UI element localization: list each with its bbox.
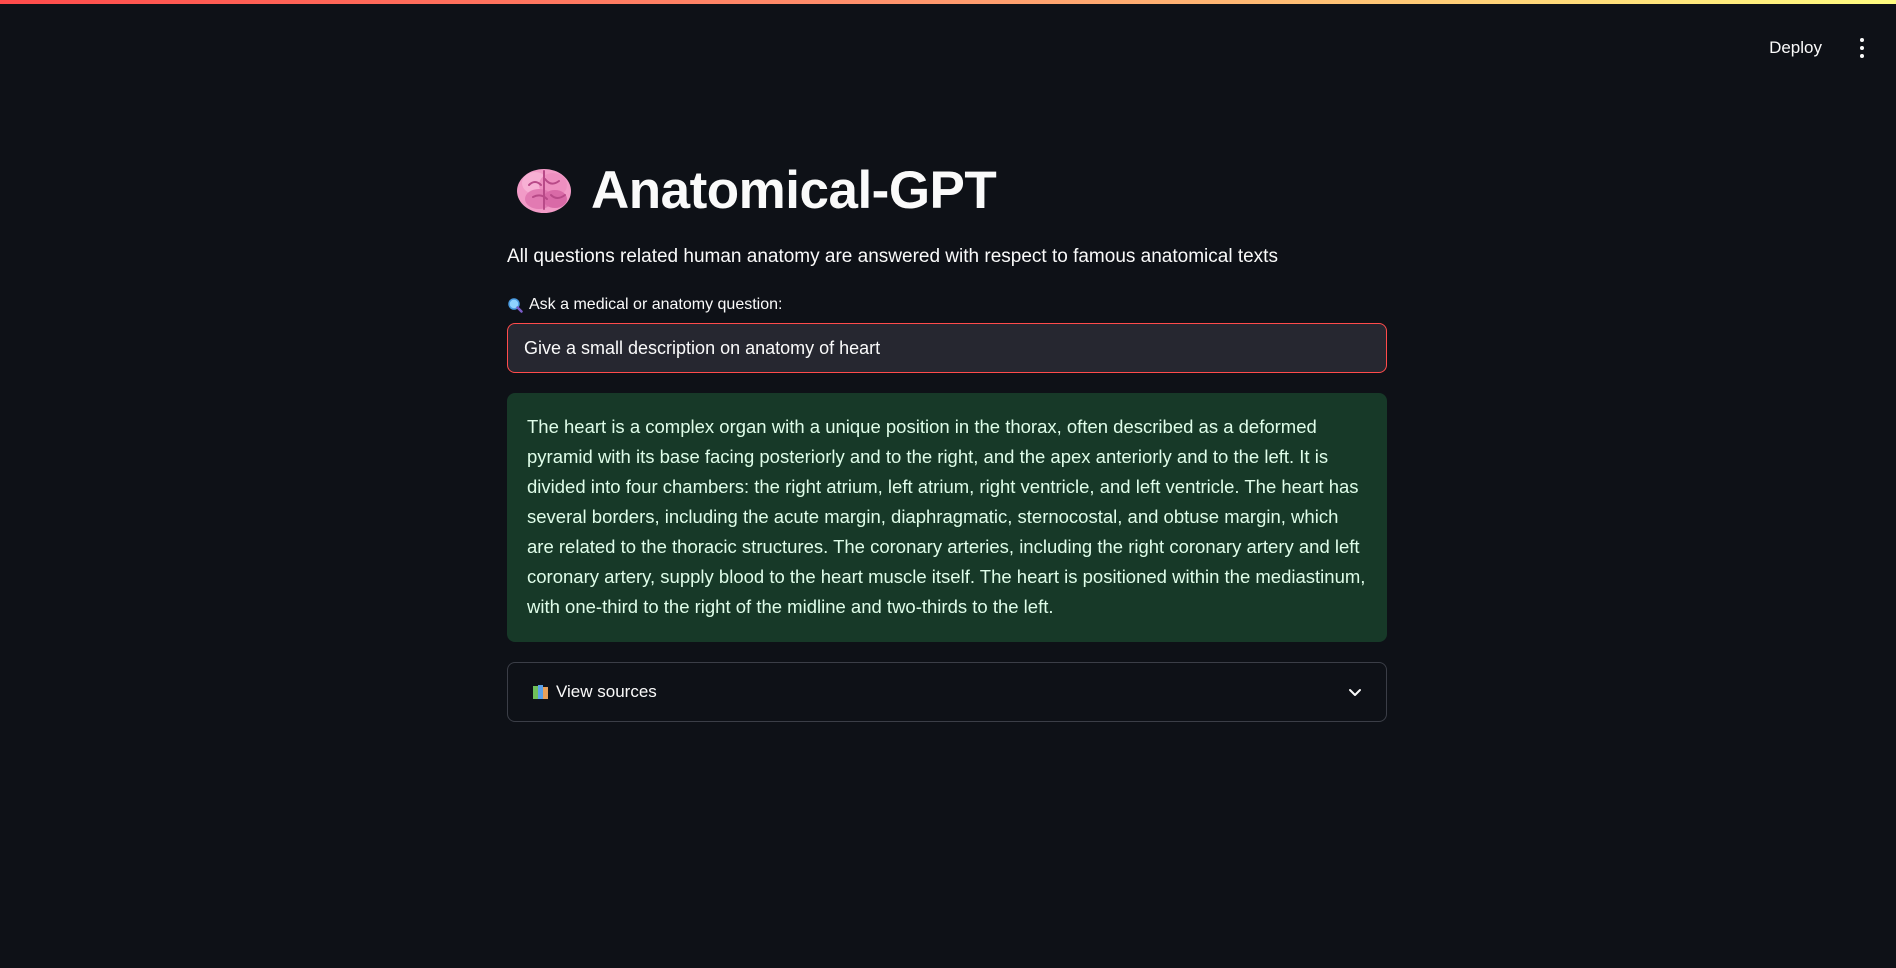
books-icon [533, 685, 548, 699]
app-subtitle: All questions related human anatomy are … [507, 246, 1278, 267]
brain-icon [517, 169, 571, 213]
top-decoration-bar [0, 0, 1896, 4]
header-toolbar: Deploy [1759, 32, 1874, 64]
answer-box: The heart is a complex organ with a uniq… [507, 393, 1387, 642]
view-sources-label: View sources [556, 682, 657, 701]
answer-text: The heart is a complex organ with a uniq… [527, 416, 1366, 617]
kebab-menu-icon[interactable] [1850, 32, 1874, 64]
magnifier-icon [508, 298, 523, 313]
query-label-text: Ask a medical or anatomy question: [529, 296, 783, 313]
main-content: Anatomical-GPT All questions related hum… [507, 140, 1387, 722]
chevron-down-icon[interactable] [1346, 683, 1364, 701]
view-sources-expander[interactable]: View sources [507, 662, 1387, 722]
question-input[interactable] [507, 323, 1387, 373]
query-label: Ask a medical or anatomy question: [507, 296, 1387, 314]
page-title: Anatomical-GPT [515, 150, 1387, 230]
app-title: Anatomical-GPT [591, 160, 997, 220]
deploy-button[interactable]: Deploy [1759, 32, 1832, 64]
